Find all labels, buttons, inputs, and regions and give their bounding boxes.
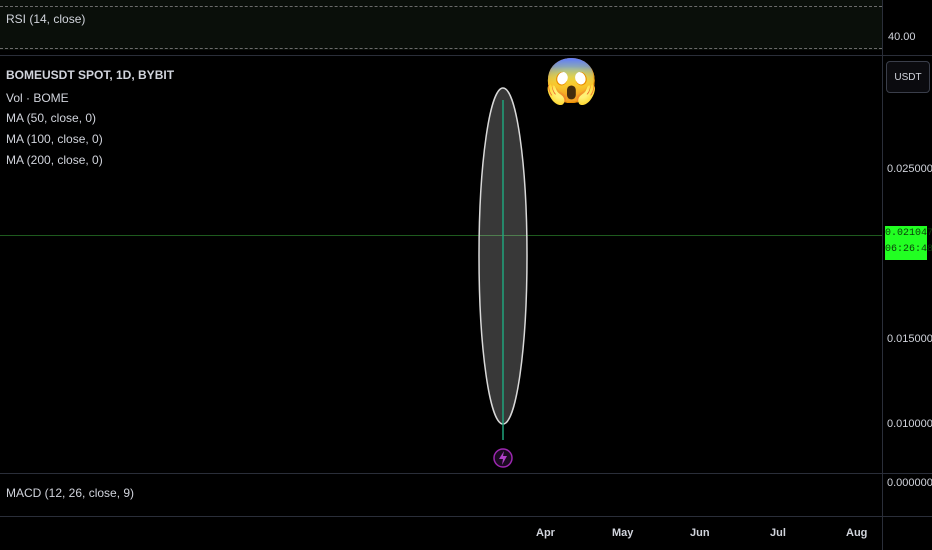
time-axis-label: Apr <box>536 527 555 539</box>
chart-drawing-layer <box>478 87 528 468</box>
pane-divider-bottom <box>0 473 932 474</box>
time-axis-label: Jul <box>770 527 786 539</box>
time-axis-divider <box>0 516 932 517</box>
time-axis-label: Aug <box>846 527 868 539</box>
bar-countdown: 06:26:48 <box>885 244 932 255</box>
price-axis-tick: 0.010000 <box>887 418 932 430</box>
price-axis-tick: 0.025000 <box>887 163 932 175</box>
screaming-face-emoji: 😱 <box>544 57 599 106</box>
currency-button[interactable]: USDT <box>886 61 930 93</box>
price-axis-tick: 0.015000 <box>887 333 932 345</box>
time-axis-label: May <box>612 527 634 539</box>
macd-label[interactable]: MACD (12, 26, close, 9) <box>6 486 134 500</box>
price-axis-divider <box>882 0 883 550</box>
macd-axis-value: 0.000000 <box>887 477 932 489</box>
rsi-axis-value: 40.00 <box>888 31 916 43</box>
last-price-tag: 0.021047 06:26:48 <box>885 226 932 260</box>
last-price-value: 0.021047 <box>885 228 932 239</box>
time-axis-label: Jun <box>690 527 710 539</box>
